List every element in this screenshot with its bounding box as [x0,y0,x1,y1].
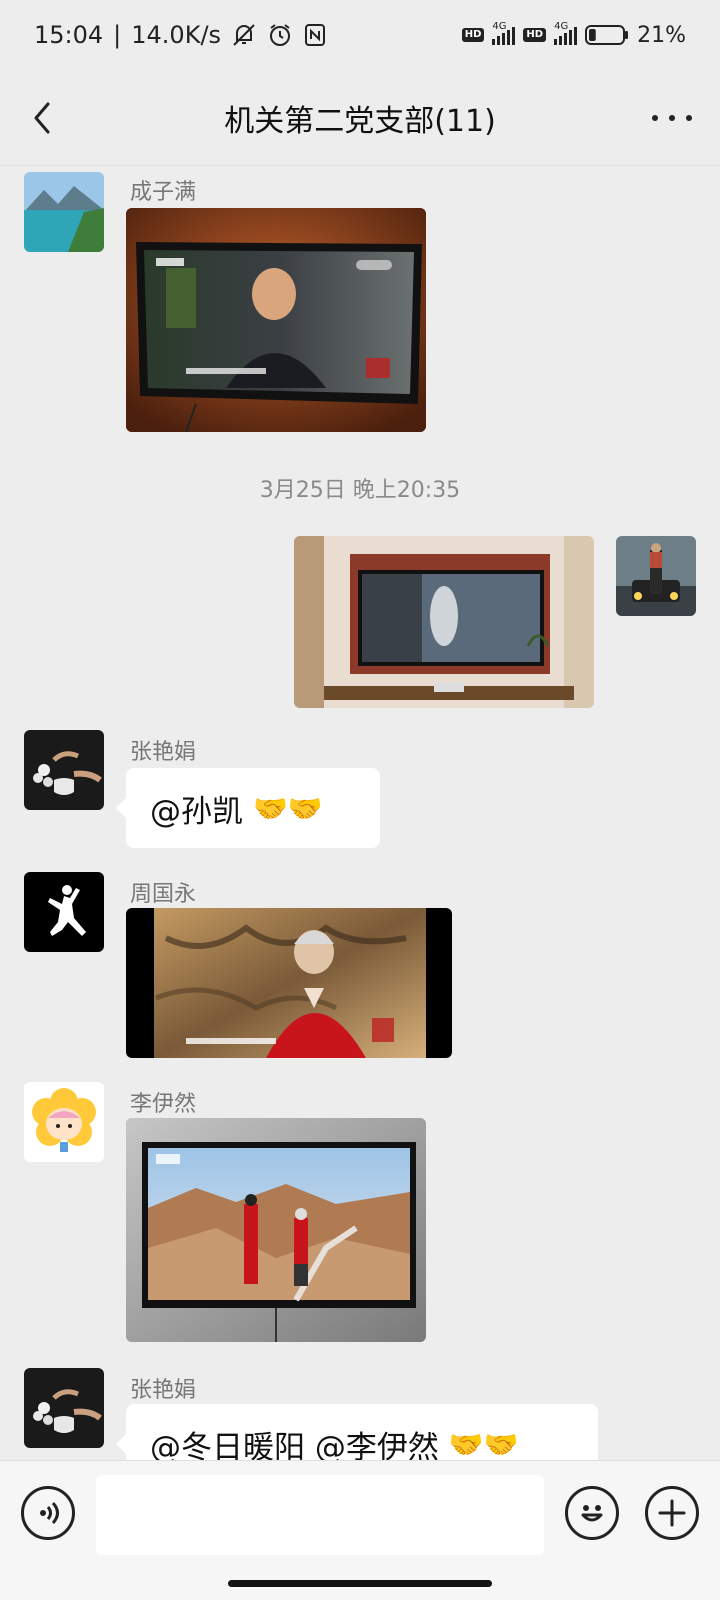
my-avatar[interactable] [616,536,696,616]
handshake-emoji: 🤝🤝 [448,1427,519,1461]
avatar[interactable] [24,172,104,252]
signal-icon: 4G [492,21,516,45]
emoji-icon[interactable] [565,1486,619,1540]
sender-name: 张艳娟 [130,1378,197,1403]
timestamp: 3月25日 晚上20:35 [259,478,461,503]
signal-icon: 4G [554,21,578,45]
sender-name: 成子满 [130,180,197,205]
battery-percent: 21% [637,22,686,48]
more-icon[interactable] [652,104,692,132]
net-type-label: 4G [554,21,569,32]
handshake-emoji: 🤝🤝 [253,791,323,825]
message-bubble[interactable]: @孙凯 🤝🤝 [116,768,380,848]
avatar[interactable] [24,1082,104,1162]
hd-badge: HD [461,28,485,42]
shared-photo[interactable] [294,536,594,708]
nfc-icon [303,23,327,47]
shared-photo[interactable] [126,908,452,1058]
shared-photo[interactable] [126,1118,426,1342]
alarm-icon [267,22,293,48]
voice-icon[interactable] [21,1486,75,1540]
chat-header: 机关第二党支部(11) [0,70,720,166]
battery-icon [585,24,629,46]
input-bar [0,1460,720,1600]
chat-title: 机关第二党支部(11) [224,103,496,139]
status-left: 15:04 | 14.0K/s [34,21,327,49]
mute-icon [231,22,257,48]
message-text: @孙凯 [150,793,243,830]
shared-photo[interactable] [126,208,426,432]
sender-name: 李伊然 [130,1092,197,1117]
message-input[interactable] [96,1475,544,1555]
sender-name: 张艳娟 [130,740,197,765]
status-time: 15:04 [34,21,104,49]
status-divider: | [113,21,122,49]
hd-badge: HD [523,28,547,42]
avatar[interactable] [24,872,104,952]
sender-name: 周国永 [130,882,197,907]
network-speed: 14.0K/s [131,21,222,49]
net-type-label: 4G [492,21,507,32]
plus-icon[interactable] [645,1486,699,1540]
avatar[interactable] [24,1368,104,1448]
home-indicator[interactable] [228,1580,492,1587]
status-right: HD 4G HD 4G 21% [461,21,686,48]
back-icon[interactable] [24,98,64,138]
avatar[interactable] [24,730,104,810]
status-bar: 15:04 | 14.0K/s HD 4G HD 4G 21% [0,0,720,70]
